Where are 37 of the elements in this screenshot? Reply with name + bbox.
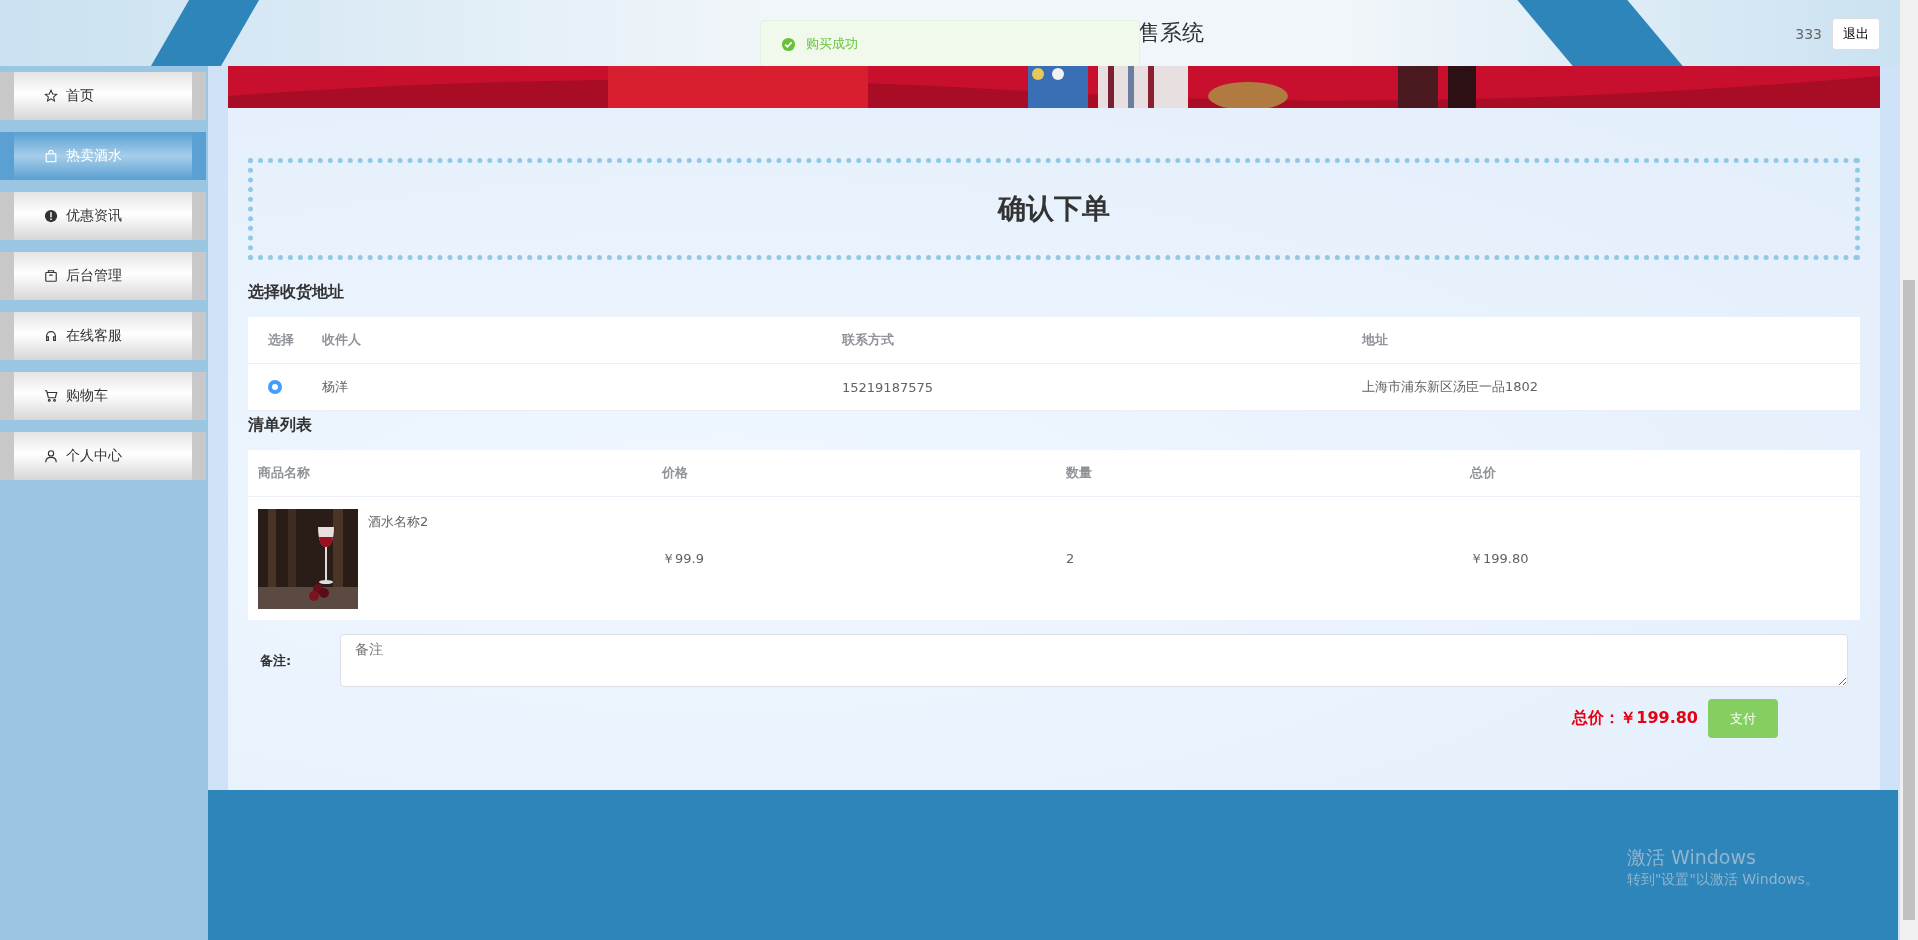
scrollbar[interactable] bbox=[1900, 0, 1918, 940]
box-icon bbox=[44, 269, 58, 283]
site-title: 售系统 bbox=[1138, 19, 1204, 47]
column-header: 收件人 bbox=[322, 331, 362, 349]
column-header: 价格 bbox=[662, 464, 689, 482]
table-cell-text: ￥99.9 bbox=[662, 549, 705, 568]
total-price: 总价：￥199.80 bbox=[1572, 708, 1698, 729]
cart-icon bbox=[44, 389, 58, 403]
page-title: 确认下单 bbox=[998, 191, 1110, 227]
column-header: 地址 bbox=[1362, 331, 1389, 349]
logout-button[interactable]: 退出 bbox=[1832, 18, 1880, 50]
check-icon bbox=[781, 36, 796, 52]
column-header: 联系方式 bbox=[842, 331, 895, 349]
table-cell-text: 杨洋 bbox=[322, 378, 349, 396]
user-icon bbox=[44, 449, 58, 463]
column-header: 数量 bbox=[1066, 464, 1093, 482]
column-header: 选择 bbox=[268, 331, 295, 349]
product-name: 酒水名称2 bbox=[368, 512, 429, 531]
headset-icon bbox=[44, 329, 58, 343]
table-cell-text: 2 bbox=[1066, 551, 1076, 566]
activation-notice-title: 激活 Windows bbox=[1627, 845, 1757, 870]
remark-label: 备注: bbox=[260, 651, 293, 670]
username: 333 bbox=[1795, 26, 1822, 42]
remark-field[interactable]: 备注 bbox=[340, 634, 1848, 687]
toast-message: 购买成功 bbox=[806, 35, 858, 53]
column-header: 总价 bbox=[1470, 464, 1497, 482]
table-cell-text: 上海市浦东新区汤臣一品1802 bbox=[1362, 378, 1540, 396]
column-header: 商品名称 bbox=[258, 464, 311, 482]
section-title: 清单列表 bbox=[248, 415, 313, 436]
alert-icon bbox=[44, 209, 58, 223]
bag-icon bbox=[44, 149, 58, 163]
section-title: 选择收货地址 bbox=[248, 282, 345, 303]
table-cell-text: ￥199.80 bbox=[1470, 549, 1530, 568]
star-icon bbox=[44, 89, 58, 103]
radio-button[interactable] bbox=[268, 380, 282, 394]
table-cell-text: 15219187575 bbox=[842, 379, 934, 395]
activation-notice-text: 转到"设置"以激活 Windows。 bbox=[1627, 871, 1819, 889]
